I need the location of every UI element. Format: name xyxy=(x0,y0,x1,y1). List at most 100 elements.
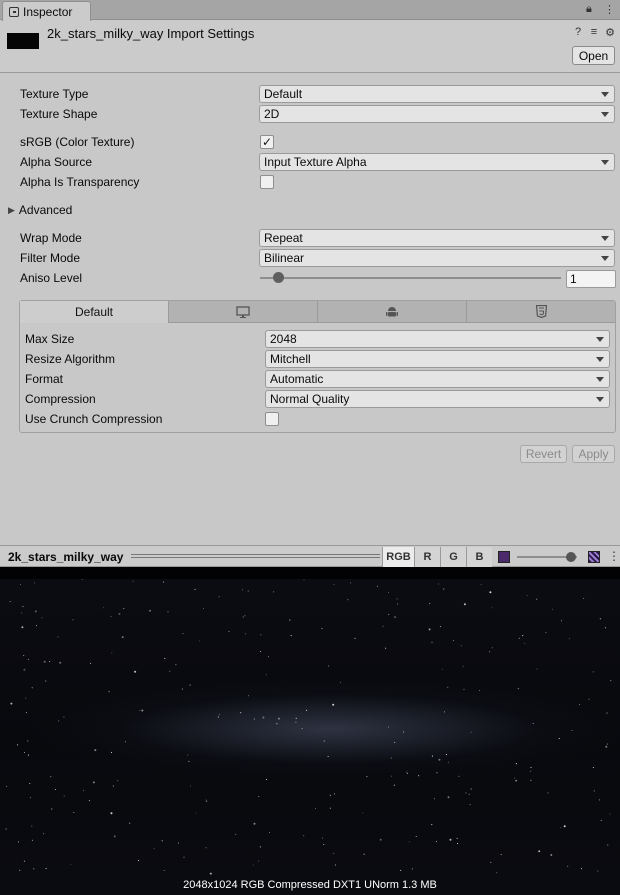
star-dot xyxy=(19,869,21,871)
starfield-image xyxy=(0,579,620,895)
star-dot xyxy=(58,720,60,722)
star-dot xyxy=(21,626,24,629)
gear-icon[interactable]: ⚙︎ xyxy=(604,26,616,39)
star-dot xyxy=(518,637,520,639)
star-dot xyxy=(334,864,336,866)
wrap-mode-dropdown[interactable]: Repeat xyxy=(259,229,615,247)
kebab-icon[interactable]: ⋮ xyxy=(604,3,615,16)
star-dot xyxy=(117,780,119,782)
star-dot xyxy=(31,839,33,841)
texture-shape-label: Texture Shape xyxy=(20,107,98,121)
star-dot xyxy=(22,605,24,608)
crunch-compression-checkbox[interactable] xyxy=(265,412,279,426)
kebab-icon[interactable]: ⋮ xyxy=(608,549,620,563)
star-dot xyxy=(175,664,177,666)
star-dot xyxy=(247,590,249,592)
star-dot xyxy=(441,668,443,670)
star-dot xyxy=(57,636,59,638)
star-dot xyxy=(290,635,292,637)
alpha-transparency-checkbox[interactable] xyxy=(260,175,274,189)
apply-button[interactable]: Apply xyxy=(572,445,615,463)
star-dot xyxy=(567,865,569,867)
star-dot xyxy=(123,608,125,610)
format-dropdown[interactable]: Automatic xyxy=(265,370,610,388)
star-dot xyxy=(17,744,19,746)
star-dot xyxy=(9,600,11,603)
platform-tab-standalone[interactable] xyxy=(169,301,318,323)
star-dot xyxy=(333,583,335,586)
star-dot xyxy=(489,591,492,594)
texture-type-label: Texture Type xyxy=(20,87,89,101)
chevron-down-icon xyxy=(601,112,609,117)
help-icon[interactable]: ? xyxy=(572,26,584,39)
mip-small-icon xyxy=(498,551,510,563)
star-dot xyxy=(600,819,602,822)
star-dot xyxy=(169,670,171,672)
star-dot xyxy=(50,776,52,778)
preset-icon[interactable]: ≡ xyxy=(588,26,600,39)
star-dot xyxy=(515,779,518,782)
open-button[interactable]: Open xyxy=(572,46,615,65)
max-size-dropdown[interactable]: 2048 xyxy=(265,330,610,348)
star-dot xyxy=(536,598,538,600)
star-dot xyxy=(189,785,192,787)
star-dot xyxy=(607,844,609,846)
channel-rgb-button[interactable]: RGB xyxy=(382,547,414,567)
star-dot xyxy=(29,782,31,785)
channel-r-button[interactable]: R xyxy=(414,547,440,567)
lock-icon[interactable]: 🔒︎ xyxy=(586,3,592,16)
star-dot xyxy=(188,760,190,762)
mip-level-slider-handle[interactable] xyxy=(566,552,576,562)
tab-inspector[interactable]: Inspector xyxy=(2,1,91,21)
revert-button[interactable]: Revert xyxy=(520,445,567,463)
chevron-down-icon xyxy=(601,92,609,97)
star-dot xyxy=(153,848,155,850)
platform-tab-android[interactable] xyxy=(318,301,467,323)
platform-tab-webgl[interactable] xyxy=(467,301,615,323)
star-dot xyxy=(121,636,124,639)
star-dot xyxy=(25,711,27,713)
star-dot xyxy=(524,642,526,644)
star-dot xyxy=(431,824,433,826)
star-dot xyxy=(89,662,92,665)
star-dot xyxy=(333,852,335,854)
preview-toolbar: 2k_stars_milky_way RGB R G B ⋮ xyxy=(0,545,620,567)
star-dot xyxy=(605,745,608,748)
star-dot xyxy=(35,625,38,627)
aniso-level-slider-track[interactable] xyxy=(260,277,561,279)
star-dot xyxy=(469,804,471,806)
star-dot xyxy=(45,868,47,870)
aniso-level-input[interactable]: 1 xyxy=(566,270,616,288)
star-dot xyxy=(217,716,219,718)
filter-mode-value: Bilinear xyxy=(264,251,305,265)
aniso-level-slider-handle[interactable] xyxy=(273,272,285,283)
star-dot xyxy=(327,665,330,667)
star-dot xyxy=(94,749,97,752)
preview-drag-handle[interactable] xyxy=(131,554,380,558)
star-dot xyxy=(431,641,433,643)
star-dot xyxy=(445,754,447,756)
advanced-foldout[interactable]: ▶ Advanced xyxy=(8,201,72,219)
star-dot xyxy=(390,757,392,759)
platform-tab-default[interactable]: Default xyxy=(20,301,169,323)
alpha-source-dropdown[interactable]: Input Texture Alpha xyxy=(259,153,615,171)
texture-shape-dropdown[interactable]: 2D xyxy=(259,105,615,123)
srgb-checkbox[interactable]: ✓ xyxy=(260,135,274,149)
star-dot xyxy=(571,729,573,732)
texture-type-dropdown[interactable]: Default xyxy=(259,85,615,103)
filter-mode-dropdown[interactable]: Bilinear xyxy=(259,249,615,267)
wrap-mode-label: Wrap Mode xyxy=(20,231,82,245)
channel-g-button[interactable]: G xyxy=(440,547,466,567)
star-dot xyxy=(418,775,420,777)
star-dot xyxy=(265,674,267,676)
compression-dropdown[interactable]: Normal Quality xyxy=(265,390,610,408)
star-dot xyxy=(295,721,297,723)
star-dot xyxy=(265,778,268,781)
resize-algorithm-dropdown[interactable]: Mitchell xyxy=(265,350,610,368)
star-dot xyxy=(462,665,464,667)
advanced-label: Advanced xyxy=(18,203,73,217)
star-dot xyxy=(257,860,260,862)
star-dot xyxy=(289,619,291,621)
channel-b-button[interactable]: B xyxy=(466,547,492,567)
star-dot xyxy=(55,788,57,791)
